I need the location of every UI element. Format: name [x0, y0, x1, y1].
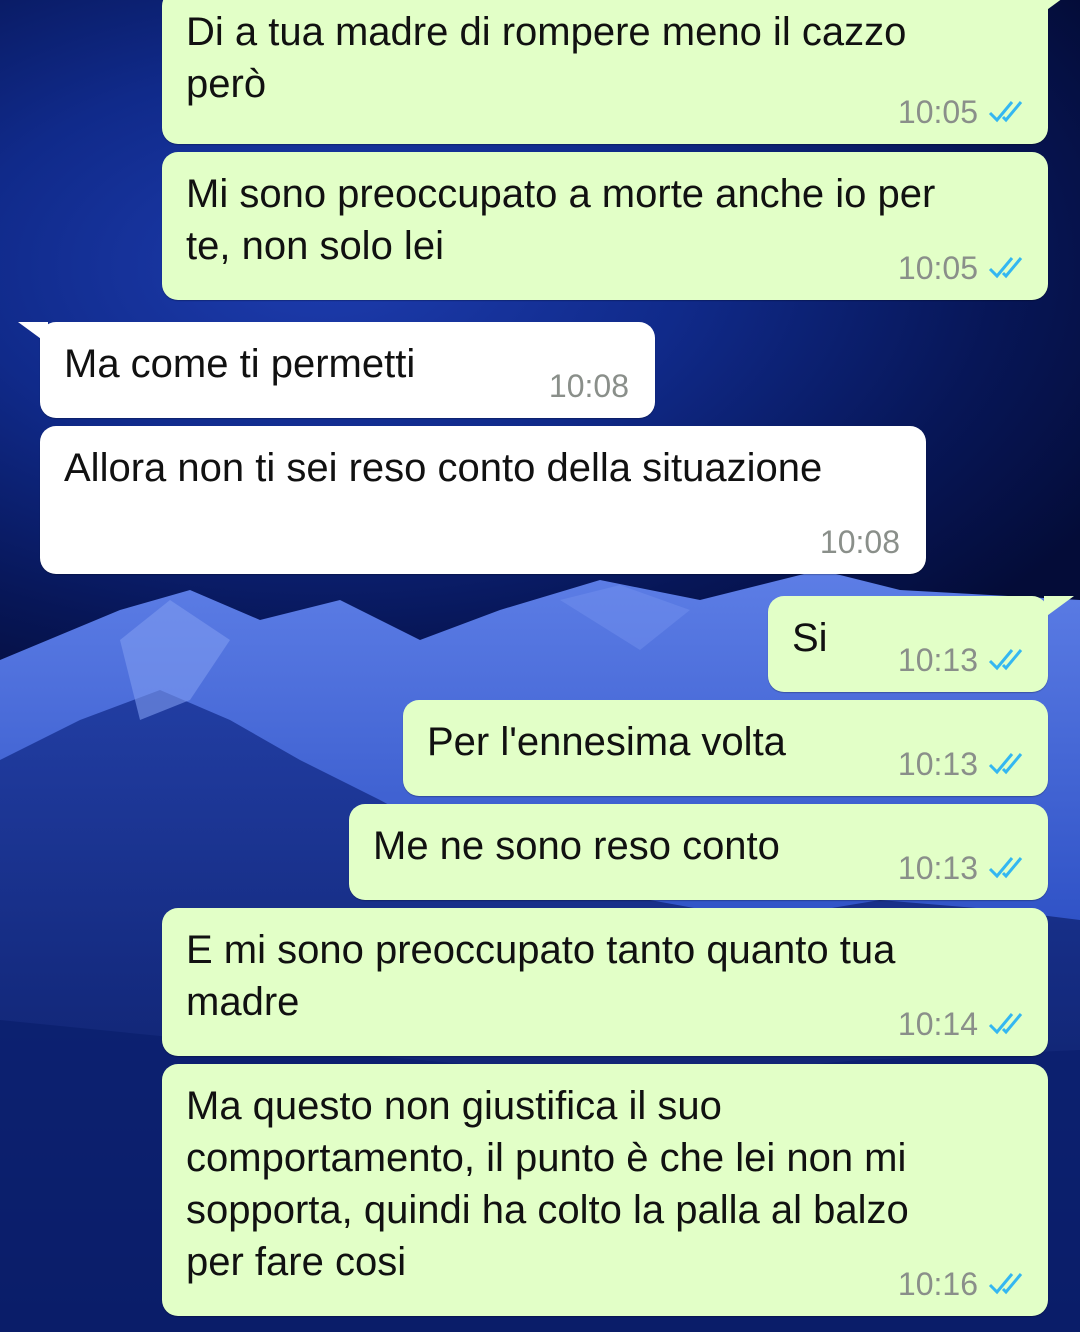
- message-text: Ma questo non giustifica il suo comporta…: [186, 1084, 909, 1284]
- message-meta: 10:16: [898, 1266, 1028, 1302]
- message-meta: 10:08: [549, 368, 629, 404]
- message-meta: 10:08: [820, 524, 900, 560]
- outgoing-message[interactable]: Di a tua madre di rompere meno il cazzo …: [162, 0, 1074, 144]
- message-meta: 10:14: [898, 1006, 1028, 1042]
- message-text: Ma come ti permetti: [64, 342, 416, 386]
- double-check-icon: [988, 1011, 1028, 1037]
- message-text: Si: [792, 616, 828, 660]
- double-check-icon: [988, 855, 1028, 881]
- double-check-icon: [988, 647, 1028, 673]
- double-check-icon: [988, 751, 1028, 777]
- message-time: 10:14: [897, 1006, 978, 1042]
- message-text: Me ne sono reso conto: [373, 824, 780, 868]
- message-meta: 10:05: [898, 94, 1028, 130]
- message-meta: 10:13: [898, 850, 1028, 886]
- outgoing-message[interactable]: Mi sono preoccupato a morte anche io per…: [162, 152, 1048, 300]
- message-time: 10:13: [897, 746, 978, 782]
- incoming-message[interactable]: Allora non ti sei reso conto della situa…: [40, 426, 926, 574]
- message-time: 10:13: [897, 850, 978, 886]
- message-time: 10:08: [548, 368, 629, 404]
- message-text: E mi sono preoccupato tanto quanto tua m…: [186, 928, 896, 1024]
- message-time: 10:08: [819, 524, 900, 560]
- message-meta: 10:05: [898, 250, 1028, 286]
- outgoing-message[interactable]: Me ne sono reso conto 10:13: [349, 804, 1048, 900]
- message-time: 10:05: [897, 250, 978, 286]
- incoming-message[interactable]: Ma come ti permetti 10:08: [18, 322, 655, 418]
- message-text: Mi sono preoccupato a morte anche io per…: [186, 172, 936, 268]
- message-time: 10:13: [897, 642, 978, 678]
- message-time: 10:05: [897, 94, 978, 130]
- message-meta: 10:13: [898, 746, 1028, 782]
- outgoing-message[interactable]: Si 10:13: [768, 596, 1074, 692]
- double-check-icon: [988, 1271, 1028, 1297]
- message-text: Di a tua madre di rompere meno il cazzo …: [186, 10, 907, 106]
- outgoing-message[interactable]: E mi sono preoccupato tanto quanto tua m…: [162, 908, 1048, 1056]
- double-check-icon: [988, 255, 1028, 281]
- message-meta: 10:13: [898, 642, 1028, 678]
- double-check-icon: [988, 99, 1028, 125]
- message-text: Per l'ennesima volta: [427, 720, 786, 764]
- outgoing-message[interactable]: Ma questo non giustifica il suo comporta…: [162, 1064, 1048, 1316]
- message-text: Allora non ti sei reso conto della situa…: [64, 446, 823, 490]
- outgoing-message[interactable]: Per l'ennesima volta 10:13: [403, 700, 1048, 796]
- message-time: 10:16: [897, 1266, 978, 1302]
